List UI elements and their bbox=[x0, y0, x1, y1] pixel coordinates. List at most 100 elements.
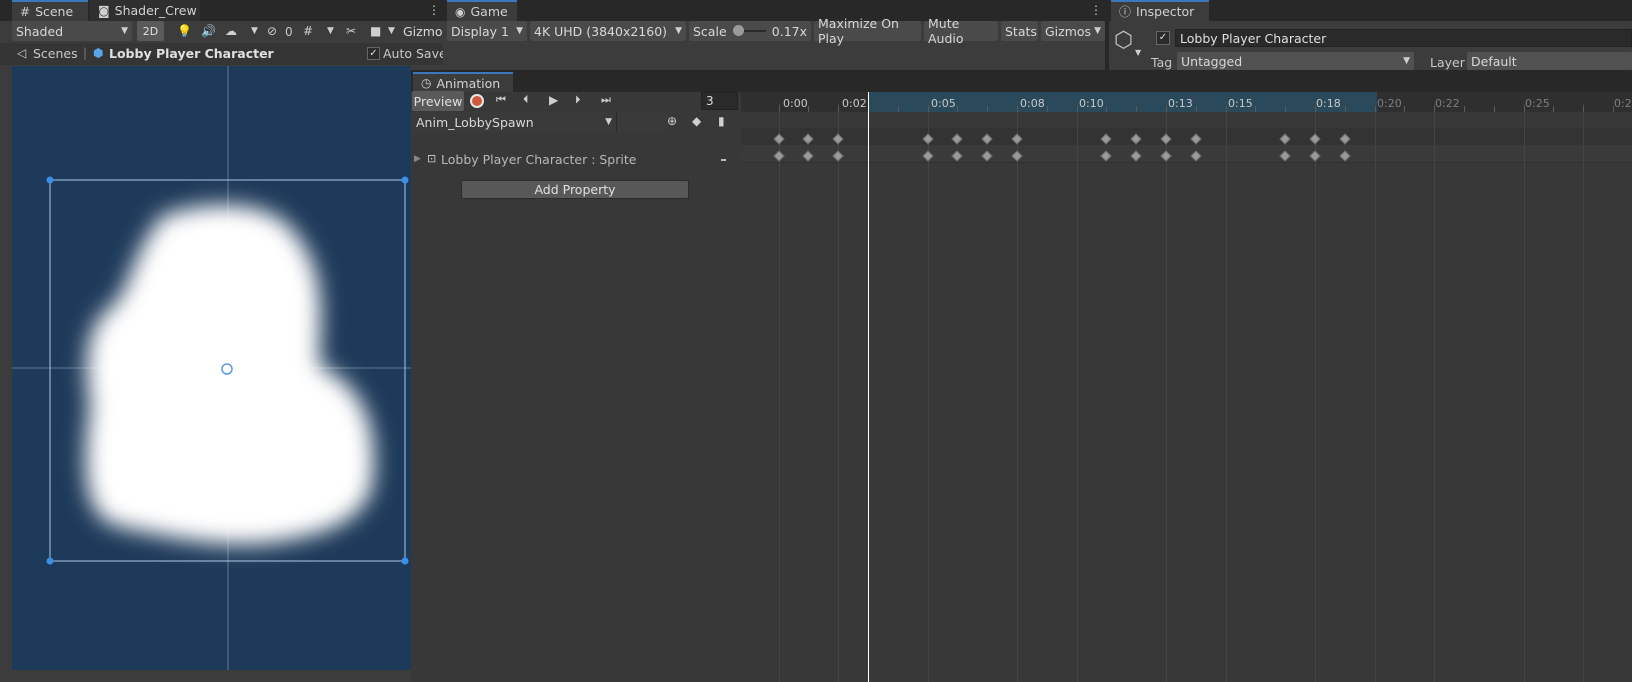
timeline-gridline bbox=[1523, 104, 1525, 682]
expand-arrow-icon[interactable]: ▶ bbox=[414, 154, 421, 164]
mute-label: Mute Audio bbox=[928, 16, 964, 46]
scenes-back-icon[interactable]: ◁ bbox=[17, 46, 26, 60]
auto-save-checkbox[interactable]: ✓ bbox=[367, 47, 380, 60]
audio-toggle-icon[interactable]: 🔊 bbox=[201, 24, 216, 38]
property-label[interactable]: Lobby Player Character : Sprite bbox=[441, 152, 636, 167]
breadcrumb-object[interactable]: Lobby Player Character bbox=[109, 46, 274, 61]
sprite-renderer-icon: ⊡ bbox=[427, 152, 437, 165]
tools-icon[interactable]: ✂ bbox=[346, 24, 356, 38]
game-gizmos-dropdown[interactable]: Gizmos ▼ bbox=[1041, 21, 1105, 41]
last-keyframe-icon[interactable]: ⏭ bbox=[601, 93, 611, 107]
filter-by-selection-icon[interactable]: ⊕ bbox=[667, 114, 677, 128]
tick-6: 0:15 bbox=[1228, 97, 1253, 110]
tag-value: Untagged bbox=[1181, 53, 1243, 69]
chevron-down-icon[interactable]: ▼ bbox=[388, 26, 395, 36]
chevron-down-icon: ▼ bbox=[121, 26, 128, 36]
chevron-down-icon[interactable]: ▼ bbox=[1135, 48, 1141, 57]
clip-dropdown[interactable]: Anim_LobbySpawn ▼ bbox=[412, 112, 616, 132]
tick-1: 0:02 bbox=[842, 97, 867, 110]
add-property-button[interactable]: Add Property bbox=[461, 180, 689, 199]
scale-slider[interactable] bbox=[732, 25, 766, 37]
layer-dropdown[interactable]: Default bbox=[1467, 52, 1632, 70]
scene-viewport[interactable] bbox=[12, 66, 411, 670]
timeline-minor-tick bbox=[838, 106, 840, 112]
tab-game[interactable]: ◉ Game bbox=[447, 0, 517, 21]
layer-value: Default bbox=[1471, 53, 1517, 69]
handle-top-left bbox=[46, 176, 54, 184]
grid-toggle-icon[interactable]: # bbox=[303, 24, 313, 38]
shading-mode-dropdown[interactable]: Shaded ▼ bbox=[12, 21, 132, 41]
layer-label: Layer bbox=[1430, 55, 1465, 70]
tick-2: 0:05 bbox=[931, 97, 956, 110]
tab-animation-label: Animation bbox=[436, 75, 501, 91]
tick-10: 0:25 bbox=[1525, 97, 1550, 110]
timeline-minor-tick bbox=[1225, 106, 1227, 112]
mute-audio-toggle[interactable]: Mute Audio bbox=[924, 16, 998, 46]
chevron-down-icon[interactable]: ▼ bbox=[251, 26, 258, 36]
timeline-minor-tick bbox=[987, 106, 989, 112]
scale-slider-thumb[interactable] bbox=[732, 25, 744, 36]
handle-bottom-left bbox=[46, 557, 54, 565]
object-name-field[interactable]: Lobby Player Character bbox=[1175, 29, 1632, 47]
timeline-gridline bbox=[1016, 104, 1018, 682]
maximize-on-play-toggle[interactable]: Maximize On Play bbox=[814, 16, 921, 46]
scale-control: Scale 0.17x bbox=[689, 21, 811, 41]
stats-toggle[interactable]: Stats bbox=[1001, 21, 1038, 41]
camera-icon[interactable]: ■ bbox=[370, 24, 381, 38]
chevron-down-icon: ▼ bbox=[516, 26, 523, 36]
keyframe-property-row bbox=[741, 145, 1632, 163]
timeline-gridline bbox=[1225, 104, 1227, 682]
frame-value: 3 bbox=[706, 94, 714, 108]
previous-keyframe-icon[interactable]: ⏴ bbox=[523, 93, 529, 107]
next-keyframe-icon[interactable]: ⏵ bbox=[575, 93, 581, 107]
object-name-value: Lobby Player Character bbox=[1180, 31, 1327, 46]
timeline-minor-tick bbox=[1463, 106, 1465, 112]
tag-dropdown[interactable]: Untagged ▼ bbox=[1177, 52, 1414, 70]
chevron-down-icon[interactable]: ▼ bbox=[327, 26, 334, 36]
timeline-gridline bbox=[927, 104, 929, 682]
tab-animation[interactable]: ◷ Animation bbox=[413, 72, 513, 92]
record-button[interactable] bbox=[470, 94, 484, 108]
timeline-minor-tick bbox=[1016, 106, 1018, 112]
timeline-gridline bbox=[1374, 104, 1376, 682]
display-dropdown[interactable]: Display 1 ▼ bbox=[447, 21, 527, 41]
timeline-minor-tick bbox=[808, 106, 810, 112]
frame-input[interactable]: 3 bbox=[701, 92, 738, 110]
timeline-minor-tick bbox=[1046, 106, 1048, 112]
timeline-minor-tick bbox=[1404, 106, 1406, 112]
hidden-objects-icon[interactable]: ⊘ bbox=[267, 24, 277, 38]
scene-menu-icon[interactable]: ⋮ bbox=[428, 3, 440, 17]
playhead[interactable] bbox=[868, 92, 869, 682]
shading-mode-label: Shaded bbox=[16, 23, 64, 39]
add-property-label: Add Property bbox=[534, 182, 616, 197]
info-icon: ⓘ bbox=[1119, 5, 1132, 19]
toggle-2d-button[interactable]: 2D bbox=[137, 21, 164, 41]
first-keyframe-icon[interactable]: ⏮ bbox=[496, 93, 506, 107]
tab-shader-crew[interactable]: ◙ Shader_Crew bbox=[90, 0, 200, 21]
add-event-icon[interactable]: ▮ bbox=[718, 114, 725, 128]
breadcrumb-root[interactable]: Scenes bbox=[33, 46, 78, 61]
add-keyframe-icon[interactable]: ◆ bbox=[692, 114, 701, 128]
tab-shader-label: Shader_Crew bbox=[114, 3, 197, 18]
effects-toggle-icon[interactable]: ☁ bbox=[225, 24, 237, 38]
game-tab-bar bbox=[443, 0, 1105, 21]
tab-inspector[interactable]: ⓘ Inspector bbox=[1111, 0, 1209, 21]
timeline-minor-tick bbox=[1255, 106, 1257, 112]
game-menu-icon[interactable]: ⋮ bbox=[1090, 3, 1102, 17]
property-options-icon[interactable] bbox=[721, 159, 726, 161]
resolution-dropdown[interactable]: 4K UHD (3840x2160) ▼ bbox=[530, 21, 686, 41]
game-gizmos-label: Gizmos bbox=[1045, 23, 1092, 39]
play-icon[interactable]: ▶ bbox=[549, 93, 558, 107]
tick-9: 0:22 bbox=[1435, 97, 1460, 110]
chevron-down-icon: ▼ bbox=[605, 117, 612, 127]
scale-value: 0.17x bbox=[771, 23, 807, 39]
timeline-minor-tick bbox=[1493, 106, 1495, 112]
timeline-minor-tick bbox=[897, 106, 899, 112]
scale-label: Scale bbox=[693, 23, 727, 39]
tab-scene[interactable]: # Scene bbox=[12, 0, 88, 21]
timeline-minor-tick bbox=[1374, 106, 1376, 112]
lighting-toggle-icon[interactable]: 💡 bbox=[177, 24, 192, 38]
preview-button[interactable]: Preview bbox=[412, 91, 464, 111]
active-checkbox[interactable]: ✓ bbox=[1156, 31, 1170, 45]
timeline[interactable] bbox=[741, 92, 1632, 682]
